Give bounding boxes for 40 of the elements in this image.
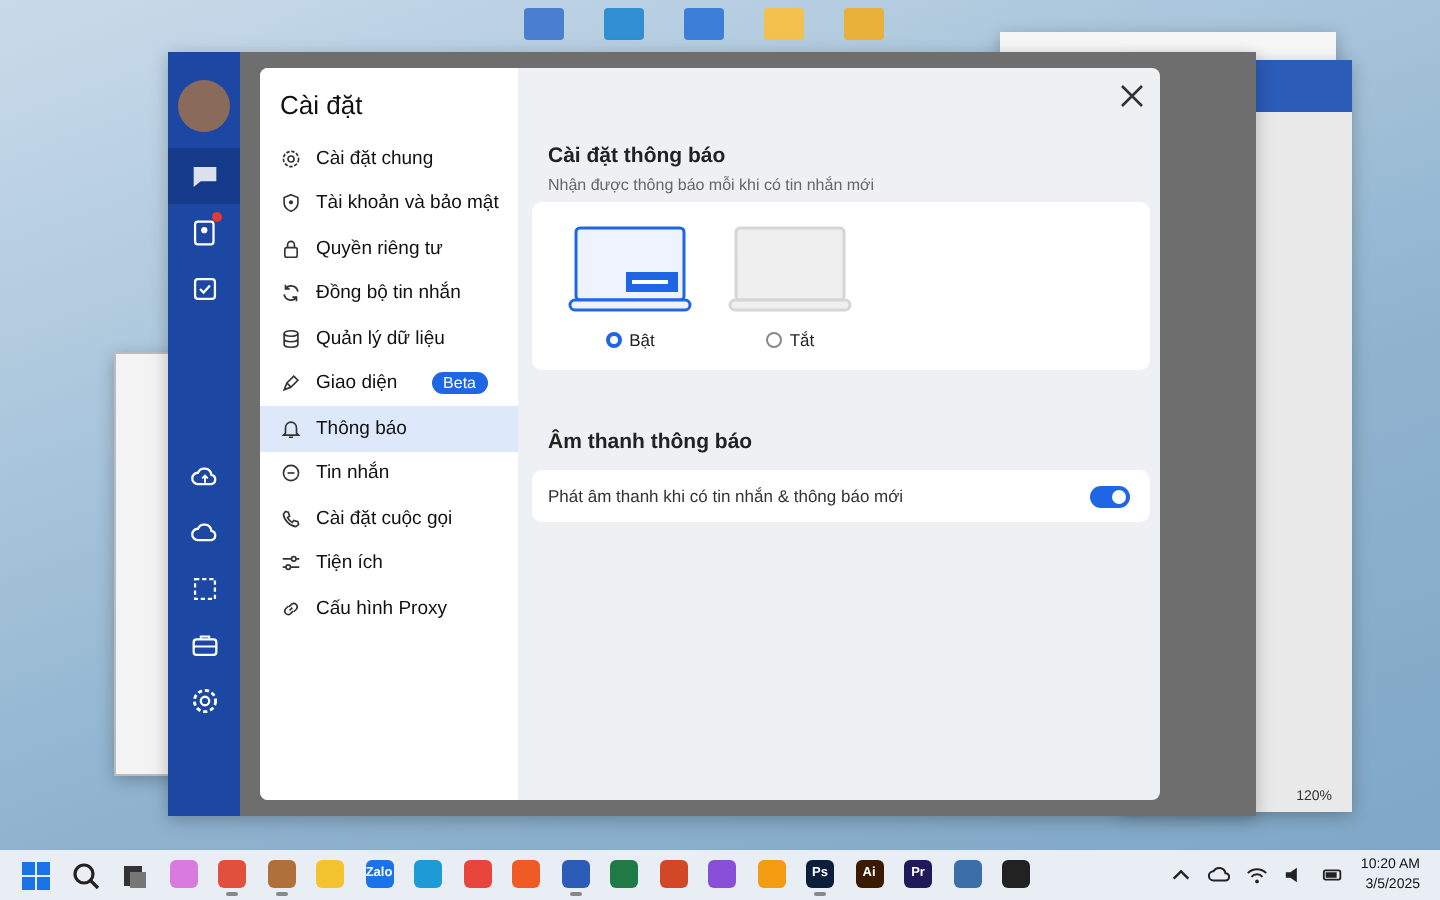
shield-icon [280, 192, 302, 215]
laptop-drawing [568, 226, 692, 314]
section-title: Cài đặt thông báo [548, 144, 728, 168]
search-icon[interactable] [69, 859, 101, 891]
close-icon[interactable] [1118, 82, 1146, 110]
settings-menu-item[interactable]: Cấu hình Proxy [260, 586, 518, 631]
laptop-drawing [728, 226, 852, 314]
section-title: Âm thanh thông báo [548, 430, 755, 454]
settings-menu-item[interactable]: Thông báo [260, 406, 518, 451]
setting-label: Phát âm thanh khi có tin nhắn & thông báo mới [548, 486, 904, 506]
dialog-title: Cài đặt [278, 88, 365, 124]
settings-menu-item[interactable]: Quản lý dữ liệu [260, 316, 518, 361]
settings-menu-item[interactable]: Quyền riêng tư [260, 226, 518, 271]
section-description: Nhận được thông báo mỗi khi có tin nhắn mới [548, 176, 877, 194]
sliders-icon [280, 552, 302, 575]
database-icon [280, 327, 302, 350]
radio-option[interactable]: Bật [605, 330, 655, 350]
lock-icon [280, 237, 302, 260]
link-icon [280, 597, 302, 620]
bell-icon [280, 417, 302, 440]
settings-menu-item[interactable]: Cài đặt cuộc gọi [260, 496, 518, 541]
gear-icon [280, 147, 302, 170]
message-icon [280, 462, 302, 485]
toggle-switch[interactable] [1090, 485, 1130, 507]
brush-icon [280, 372, 302, 395]
settings-menu-item[interactable]: Tài khoản và bảo mật [260, 181, 518, 226]
radio-option[interactable]: Tắt [765, 330, 815, 350]
phone-icon [280, 507, 302, 530]
settings-menu-item[interactable]: Giao diện Beta [260, 361, 518, 406]
windows-start-icon[interactable] [20, 859, 52, 891]
chat-bubble-icon[interactable] [168, 148, 240, 204]
cloud-icon[interactable] [1208, 864, 1231, 886]
beta-badge: Beta [431, 372, 488, 395]
settings-menu-item[interactable]: Tiện ích [260, 541, 518, 586]
settings-menu-item[interactable]: Đồng bộ tin nhắn [260, 271, 518, 316]
sync-icon [280, 282, 302, 305]
wifi-icon[interactable] [1246, 864, 1269, 886]
battery-icon[interactable] [1322, 864, 1345, 886]
settings-menu-item[interactable]: Cài đặt chung [260, 136, 518, 181]
settings-menu-item[interactable]: Tin nhắn [260, 451, 518, 496]
